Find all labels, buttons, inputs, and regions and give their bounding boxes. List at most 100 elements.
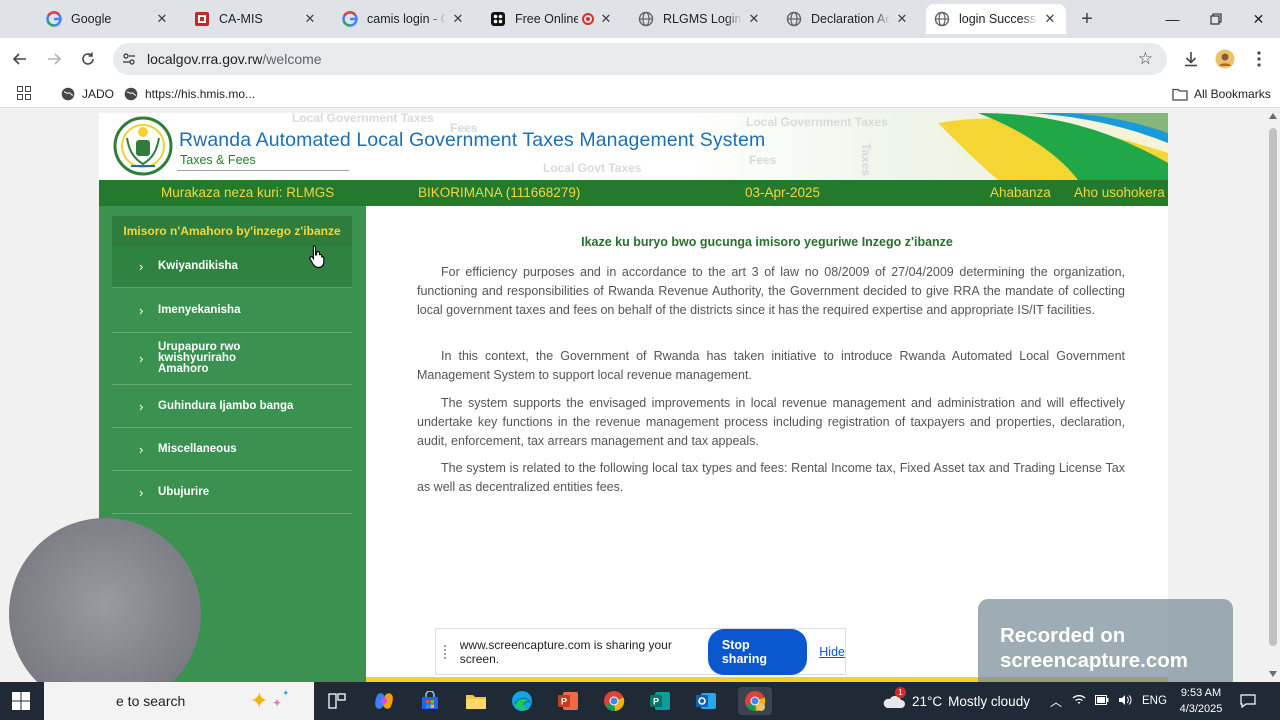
watermark-line-1: Recorded on — [1000, 624, 1126, 647]
bookmark-jado[interactable]: JADO — [60, 86, 114, 102]
chrome-menu-icon[interactable] — [1248, 48, 1270, 70]
address-bar[interactable]: localgov.rra.gov.rw/welcome ☆ — [113, 43, 1167, 75]
drag-handle-icon[interactable] — [444, 644, 450, 659]
context-paragraph: In this context, the Government of Rwand… — [417, 349, 1125, 382]
site-info-icon[interactable] — [121, 51, 137, 67]
close-icon[interactable]: ✕ — [598, 11, 614, 27]
chevron-right-icon: › — [139, 302, 144, 318]
google-icon — [342, 11, 358, 27]
chrome-icon[interactable] — [600, 687, 628, 715]
welcome-text: Murakaza neza kuri: RLMGS — [161, 185, 335, 200]
tab-camis-login[interactable]: camis login - Go ✕ — [334, 4, 474, 34]
user-name: BIKORIMANA (111668279) — [418, 185, 581, 200]
globe-icon — [934, 11, 950, 27]
bookmark-label: JADO — [82, 87, 115, 101]
cloud-icon: 1 — [882, 687, 906, 710]
volume-icon[interactable] — [1118, 694, 1132, 709]
battery-icon[interactable] — [1095, 694, 1109, 708]
tab-camis[interactable]: CA-MIS ✕ — [186, 4, 326, 34]
sidebar-item-ubujurire[interactable]: › Ubujurire — [112, 471, 352, 514]
sidebar-item-guhindura-ijambo-banga[interactable]: › Guhindura Ijambo banga — [112, 385, 352, 428]
edge-icon[interactable] — [508, 687, 536, 715]
close-icon[interactable]: ✕ — [302, 11, 318, 27]
tab-login-success[interactable]: login Success ✕ — [926, 4, 1066, 34]
browser-toolbar: localgov.rra.gov.rw/welcome ☆ — [0, 38, 1280, 80]
url-text: localgov.rra.gov.rw/welcome — [147, 51, 322, 67]
back-button[interactable] — [7, 46, 33, 72]
close-icon[interactable]: ✕ — [1042, 11, 1058, 27]
sidebar-item-miscellaneous[interactable]: › Miscellaneous — [112, 428, 352, 471]
close-icon[interactable]: ✕ — [746, 11, 762, 27]
recording-watermark: Recorded on screencapture.com — [978, 599, 1233, 691]
close-icon[interactable]: ✕ — [450, 11, 466, 27]
chevron-up-icon[interactable]: ︿ — [1050, 693, 1062, 710]
sidebar-item-label: Miscellaneous — [158, 442, 237, 455]
hand-cursor-icon — [309, 245, 325, 268]
chrome-active-window-icon[interactable] — [738, 687, 772, 715]
reload-button[interactable] — [75, 46, 101, 72]
globe-icon — [60, 86, 76, 102]
forward-button[interactable] — [41, 46, 67, 72]
tab-free-online[interactable]: Free Online ✕ — [482, 4, 622, 34]
windows-start-icon[interactable] — [12, 692, 30, 710]
hide-sharing-link[interactable]: Hide — [819, 645, 845, 659]
all-bookmarks-label: All Bookmarks — [1194, 87, 1271, 101]
powerpoint-icon[interactable]: P — [554, 687, 582, 715]
search-placeholder: e to search — [116, 693, 186, 709]
download-icon[interactable] — [1180, 48, 1202, 70]
notifications-icon[interactable] — [1240, 693, 1256, 714]
windows-taskbar: e to search ✦ ✦ ✦ P P 1 21°C Mostly clou… — [0, 682, 1280, 720]
sidebar-item-imenyekanisha[interactable]: › Imenyekanisha — [112, 288, 352, 333]
page-scrollbar[interactable] — [1266, 108, 1280, 682]
site-info-bar: Murakaza neza kuri: RLMGS BIKORIMANA (11… — [99, 180, 1168, 206]
language-indicator[interactable]: ENG — [1142, 695, 1167, 707]
tab-google[interactable]: Google ✕ — [38, 4, 178, 34]
tab-declaration[interactable]: Declaration Ackn ✕ — [778, 4, 918, 34]
copilot-icon[interactable] — [370, 687, 398, 715]
restore-button[interactable] — [1193, 0, 1238, 38]
taskbar-clock[interactable]: 9:53 AM 4/3/2025 — [1166, 685, 1236, 717]
weather-widget[interactable]: 1 21°C Mostly cloudy — [882, 682, 1030, 720]
new-tab-button[interactable]: + — [1073, 6, 1101, 32]
profile-avatar[interactable] — [1214, 48, 1236, 70]
scroll-up-icon[interactable] — [1269, 113, 1277, 119]
banner-watermark: Taxes — [859, 143, 873, 177]
globe-icon — [123, 86, 139, 102]
folder-icon — [1172, 86, 1188, 102]
publisher-icon[interactable]: P — [646, 687, 674, 715]
bookmark-label: https://his.hmis.mo... — [145, 87, 256, 101]
microsoft-store-icon[interactable] — [416, 687, 444, 715]
chevron-right-icon: › — [139, 259, 144, 274]
scrollbar-thumb[interactable] — [1269, 128, 1277, 646]
bookmark-hmis[interactable]: https://his.hmis.mo... — [123, 86, 255, 102]
tab-title: camis login - Go — [367, 12, 446, 26]
system-support-paragraph: The system supports the envisaged improv… — [417, 396, 1125, 448]
home-link[interactable]: Ahabanza — [990, 185, 1051, 200]
tab-title: Google — [71, 12, 112, 26]
bookmark-star-icon[interactable]: ☆ — [1138, 49, 1153, 69]
apps-icon[interactable] — [17, 86, 31, 100]
close-window-button[interactable]: ✕ — [1236, 0, 1280, 38]
network-icon[interactable] — [1072, 694, 1086, 709]
file-explorer-icon[interactable] — [462, 687, 490, 715]
close-icon[interactable]: ✕ — [894, 11, 910, 27]
taskbar-search-box[interactable]: e to search ✦ ✦ ✦ — [44, 682, 314, 720]
sidebar-heading: Imisoro n'Amahoro by'inzego z'ibanze — [112, 216, 352, 246]
tab-rlgms-login[interactable]: RLGMS Login ✕ — [630, 4, 770, 34]
minimize-button[interactable]: — — [1150, 0, 1195, 38]
camis-icon — [194, 11, 210, 27]
close-icon[interactable]: ✕ — [154, 11, 170, 27]
site-title: Rwanda Automated Local Government Taxes … — [179, 129, 766, 151]
logout-link[interactable]: Aho usohokera — [1074, 185, 1165, 200]
rlgms-site: Local Government Taxes Fees Local Govern… — [99, 113, 1168, 682]
google-icon — [46, 11, 62, 27]
tab-title: RLGMS Login — [663, 12, 742, 26]
url-host: localgov.rra.gov.rw — [147, 51, 263, 67]
subtitle-divider — [177, 170, 349, 171]
task-view-icon[interactable] — [323, 687, 351, 715]
scroll-down-icon[interactable] — [1269, 671, 1277, 677]
stop-sharing-button[interactable]: Stop sharing — [707, 628, 808, 675]
sidebar-item-urupapuro[interactable]: › Urupapuro rwo kwishyuriraho Amahoro — [112, 333, 352, 385]
all-bookmarks-button[interactable]: All Bookmarks — [1172, 86, 1271, 102]
outlook-icon[interactable] — [692, 687, 720, 715]
